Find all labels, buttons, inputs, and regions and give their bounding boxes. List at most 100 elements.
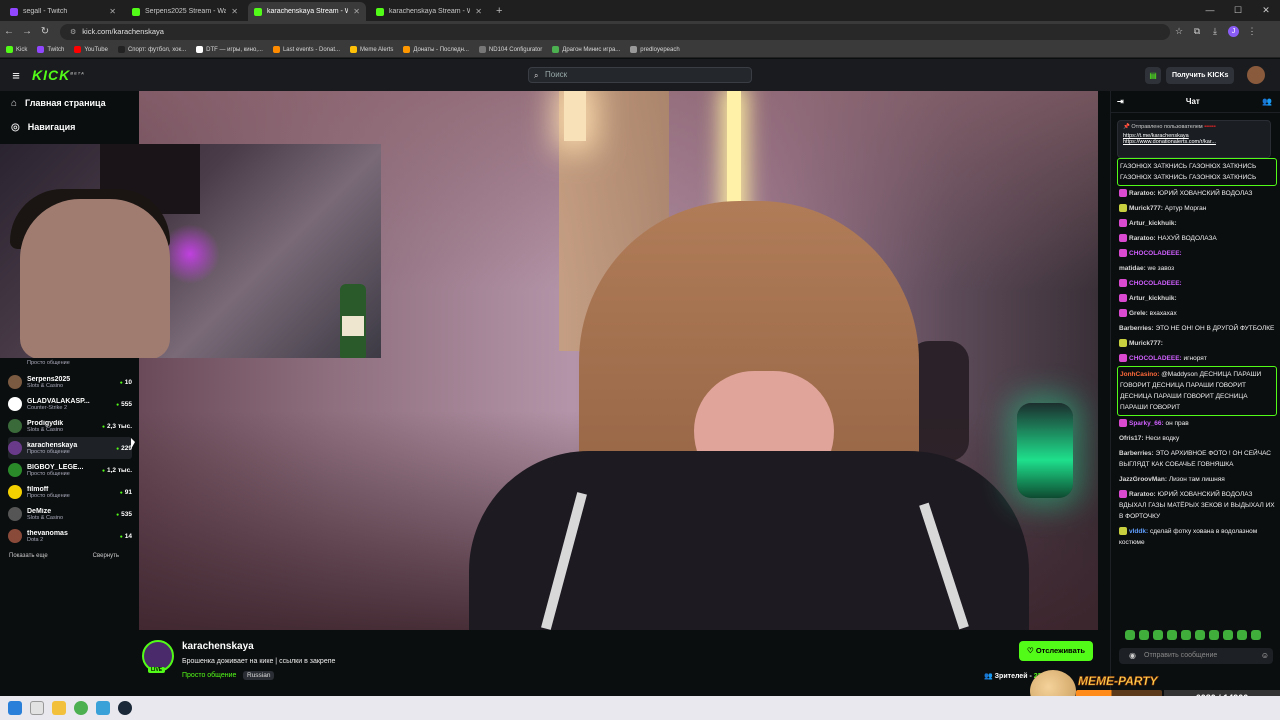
streamer-name: GLADVALAKASP... <box>27 397 90 405</box>
language-tag[interactable]: Russian <box>243 671 275 680</box>
steam-icon[interactable] <box>118 701 132 715</box>
chat-input[interactable]: ◉ Отправить сообщение ☺ <box>1119 648 1273 664</box>
sidebar-stream-item[interactable]: thevanomasDota 2 14 <box>8 525 132 547</box>
tab-favicon-icon <box>132 7 140 16</box>
emote-icon[interactable] <box>1209 630 1219 640</box>
emote-icon[interactable] <box>1251 630 1261 640</box>
sidebar-stream-item[interactable]: ProdigydikSlots & Casino 2,3 тыс. <box>8 415 132 437</box>
tab-close-icon[interactable]: ✕ <box>353 7 360 16</box>
reload-icon[interactable]: ↻ <box>36 26 54 37</box>
menu-icon[interactable]: ⋮ <box>1243 26 1261 37</box>
bookmark-item[interactable]: predloyepeach <box>630 46 680 53</box>
bookmark-item[interactable]: Спорт: футбол, хок... <box>117 46 186 53</box>
browser-tab[interactable]: Serpens2025 Stream - Watch L ✕ <box>126 2 244 21</box>
pinned-link[interactable]: https://www.donationalerts.com/r/kar... <box>1123 139 1265 145</box>
tab-close-icon[interactable]: ✕ <box>231 7 238 16</box>
new-tab-button[interactable]: + <box>496 2 502 21</box>
minimize-icon[interactable]: — <box>1196 0 1224 21</box>
emote-icon[interactable] <box>1153 630 1163 640</box>
chat-username[interactable]: Barberries: <box>1119 450 1154 457</box>
chat-username[interactable]: Grele: <box>1129 310 1148 317</box>
emote-icon[interactable] <box>1167 630 1177 640</box>
maximize-icon[interactable]: ☐ <box>1224 0 1252 21</box>
bookmark-item[interactable]: Twitch <box>37 46 64 53</box>
kicks-icon[interactable]: ▤ <box>1145 67 1161 84</box>
bookmark-item[interactable]: Last events - Donat... <box>272 46 340 53</box>
bookmark-item[interactable]: Донаты - Последн... <box>403 46 469 53</box>
chat-settings-icon[interactable]: ◉ <box>1129 648 1136 664</box>
browser-tab[interactable]: segall - Twitch ✕ <box>4 2 122 21</box>
downloads-icon[interactable]: ⤓ <box>1206 26 1224 37</box>
sidebar-stream-item[interactable]: filmoffПросто общение 91 <box>8 481 132 503</box>
file-explorer-icon[interactable] <box>52 701 66 715</box>
chat-username[interactable]: Raratoo: <box>1129 491 1156 498</box>
emote-icon[interactable] <box>1237 630 1247 640</box>
collapse-chat-icon[interactable]: ⇥ <box>1117 97 1124 106</box>
chat-username[interactable]: Artur_kickhuik: <box>1129 220 1177 227</box>
chat-username[interactable]: CHOCOLADEEE: <box>1129 355 1182 362</box>
bookmark-item[interactable]: Meme Alerts <box>350 46 393 53</box>
sidebar-home[interactable]: ⌂ Главная страница <box>0 91 139 115</box>
chat-username[interactable]: JazzGroovMan: <box>1119 476 1167 483</box>
profile-avatar[interactable]: J <box>1228 26 1239 37</box>
chat-username[interactable]: matidae: <box>1119 265 1146 272</box>
forward-icon[interactable]: → <box>18 26 36 37</box>
chat-username[interactable]: CHOCOLADEEE: <box>1129 250 1182 257</box>
pinned-author: 📌 Отправлено пользователем •••••• <box>1123 124 1216 130</box>
bookmark-item[interactable]: Kick <box>6 46 27 53</box>
user-avatar[interactable] <box>1247 66 1265 84</box>
chat-username[interactable]: Murick777: <box>1129 340 1163 347</box>
yandex-browser-icon[interactable] <box>30 701 44 715</box>
search-input[interactable]: ⌕ Поиск <box>528 67 752 83</box>
sidebar-stream-item[interactable]: DeMizeSlots & Casino 535 <box>8 503 132 525</box>
chat-username[interactable]: Murick777: <box>1129 205 1163 212</box>
window-controls: — ☐ ✕ <box>1196 0 1280 21</box>
chat-username[interactable]: Sparky_66: <box>1129 420 1164 427</box>
hamburger-menu-icon[interactable]: ≡ <box>0 68 32 83</box>
follow-button[interactable]: ♡ Отслеживать <box>1019 641 1094 661</box>
sidebar-stream-item[interactable]: Serpens2025Slots & Casino 10 <box>8 371 132 393</box>
browser-tab[interactable]: karachenskaya Stream - Watch ✕ <box>248 2 366 21</box>
chat-username[interactable]: JonhCasino: <box>1120 371 1159 378</box>
app-icon[interactable] <box>96 701 110 715</box>
get-kicks-button[interactable]: Получить KICKs <box>1166 67 1235 84</box>
emote-icon[interactable] <box>1223 630 1233 640</box>
bookmark-item[interactable]: Драгон Минис игра... <box>552 46 620 53</box>
back-icon[interactable]: ← <box>0 26 18 37</box>
bookmark-star-icon[interactable]: ☆ <box>1170 26 1188 37</box>
chat-username[interactable]: Barberries: <box>1119 325 1154 332</box>
kick-logo[interactable]: KICKBETA <box>32 67 85 83</box>
chat-username[interactable]: Raratoo: <box>1129 190 1156 197</box>
show-more-button[interactable]: Показать еще <box>9 553 48 559</box>
chat-username[interactable]: Artur_kickhuik: <box>1129 295 1177 302</box>
windows-start-icon[interactable] <box>8 701 22 715</box>
chrome-icon[interactable] <box>74 701 88 715</box>
sidebar-stream-item[interactable]: GLADVALAKASP...Counter-Strike 2 555 <box>8 393 132 415</box>
tab-close-icon[interactable]: ✕ <box>109 7 116 16</box>
site-info-icon[interactable]: ⚙ <box>70 28 76 36</box>
bookmark-item[interactable]: YouTube <box>74 46 108 53</box>
stream-category-link[interactable]: Просто общение <box>182 672 236 679</box>
chat-username[interactable]: CHOCOLADEEE: <box>1129 280 1182 287</box>
browser-tab[interactable]: karachenskaya Stream - Watch ✕ <box>370 2 488 21</box>
address-bar[interactable]: ⚙ kick.com/karachenskaya <box>60 23 1170 40</box>
chat-users-icon[interactable]: 👥 <box>1262 97 1272 106</box>
bookmark-item[interactable]: ND104 Configurator <box>478 46 542 53</box>
sidebar-stream-item[interactable]: karachenskayaПросто общение 229 <box>8 437 132 459</box>
emoji-picker-icon[interactable]: ☺ <box>1261 648 1269 664</box>
tab-close-icon[interactable]: ✕ <box>475 7 482 16</box>
sidebar-stream-item[interactable]: BIGBOY_LEGE...Просто общение 1,2 тыс. <box>8 459 132 481</box>
chat-username[interactable]: Raratoo: <box>1129 235 1156 242</box>
sidebar-navigation[interactable]: ◎ Навигация <box>0 115 139 139</box>
bookmark-item[interactable]: DTF — игры, кино,... <box>196 46 263 53</box>
chat-username[interactable]: vlddk: <box>1129 528 1148 535</box>
channel-name[interactable]: karachenskaya <box>182 641 254 652</box>
extensions-icon[interactable]: ⧉ <box>1188 26 1206 37</box>
emote-icon[interactable] <box>1139 630 1149 640</box>
chat-username[interactable]: Ofris17: <box>1119 435 1144 442</box>
close-icon[interactable]: ✕ <box>1252 0 1280 21</box>
emote-icon[interactable] <box>1125 630 1135 640</box>
emote-icon[interactable] <box>1195 630 1205 640</box>
collapse-button[interactable]: Свернуть <box>93 553 119 559</box>
emote-icon[interactable] <box>1181 630 1191 640</box>
